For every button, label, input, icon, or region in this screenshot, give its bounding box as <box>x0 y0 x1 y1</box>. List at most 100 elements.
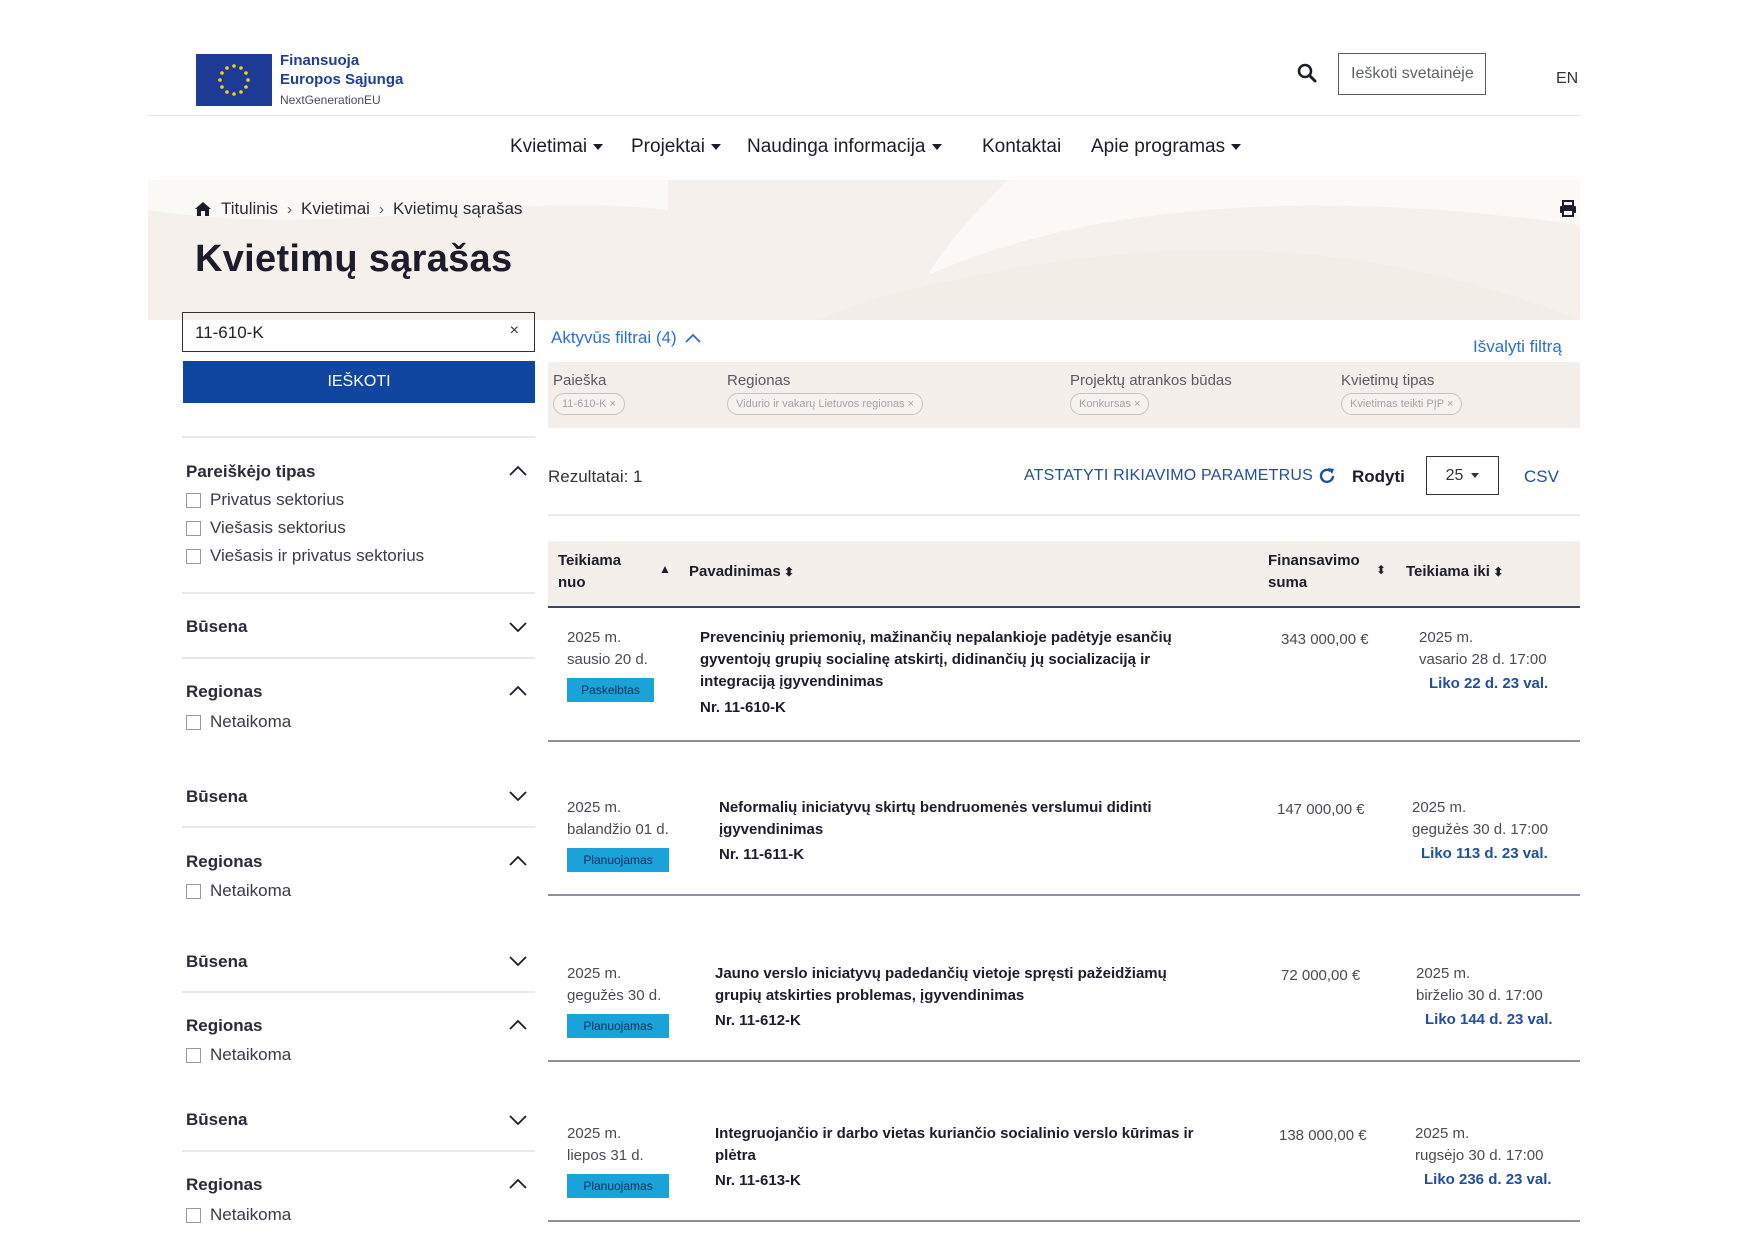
col-header-from-line2: nuo <box>558 574 586 591</box>
caret-down-icon <box>931 144 942 150</box>
row-amount: 147 000,00 € <box>1277 801 1365 818</box>
facet-title-applicant-type[interactable]: Pareiškėjo tipas <box>186 462 315 482</box>
facet-title-region[interactable]: Regionas <box>186 1016 263 1036</box>
chevron-up-icon[interactable] <box>509 853 527 871</box>
print-icon[interactable] <box>1559 200 1577 222</box>
row-amount: 72 000,00 € <box>1281 967 1361 984</box>
breadcrumb-kvietimai[interactable]: Kvietimai <box>301 199 370 219</box>
date-day: rugsėjo 30 d. 17:00 <box>1415 1147 1544 1164</box>
date-day: gegužės 30 d. 17:00 <box>1412 821 1548 838</box>
checkbox-option[interactable]: Netaikoma <box>186 1205 291 1225</box>
csv-export-link[interactable]: CSV <box>1524 467 1559 487</box>
filter-chip-region[interactable]: Vidurio ir vakarų Lietuvos regionas × <box>727 393 924 415</box>
facet-title-status[interactable]: Būsena <box>186 952 247 972</box>
chevron-down-icon[interactable] <box>509 1113 527 1131</box>
date-year: 2025 m. <box>567 965 622 982</box>
checkbox[interactable] <box>186 520 201 536</box>
language-switch[interactable]: EN <box>1556 70 1578 88</box>
date-year: 2025 m. <box>567 1125 622 1142</box>
title-line: gyventojų grupių socialinę atskirtį, did… <box>700 651 1151 668</box>
row-number: Nr. 11-611-K <box>719 846 805 863</box>
chevron-down-icon[interactable] <box>509 789 527 807</box>
checkbox-label: Netaikoma <box>210 1045 292 1064</box>
nav-apie-programas[interactable]: Apie programas <box>1091 136 1242 158</box>
query-field[interactable]: × <box>182 312 535 352</box>
facet-title-region[interactable]: Regionas <box>186 682 263 702</box>
row-title-link[interactable]: Jauno verslo iniciatyvų padedančių vieto… <box>715 963 1167 1007</box>
row-amount: 138 000,00 € <box>1279 1127 1367 1144</box>
title-line: Neformalių iniciatyvų skirtų bendruomenė… <box>719 799 1152 816</box>
search-button[interactable]: IEŠKOTI <box>183 361 535 403</box>
sort-icon: ⬍ <box>1489 565 1504 579</box>
home-icon[interactable] <box>194 201 212 217</box>
row-divider <box>548 894 1580 896</box>
search-icon[interactable] <box>1297 63 1317 88</box>
row-from-date: 2025 m. balandžio 01 d. <box>567 797 669 841</box>
checkbox[interactable] <box>186 492 201 508</box>
chevron-up-icon[interactable] <box>509 463 527 481</box>
sidebar-divider <box>182 991 535 993</box>
checkbox-option[interactable]: Netaikoma <box>186 712 291 732</box>
sidebar-divider <box>182 436 535 438</box>
page-size-label: Rodyti <box>1352 467 1405 486</box>
checkbox-option[interactable]: Netaikoma <box>186 881 291 901</box>
filter-chip-search[interactable]: 11-610-K × <box>553 393 625 415</box>
row-title-link[interactable]: Prevencinių priemonių, mažinančių nepala… <box>700 627 1172 693</box>
query-input[interactable] <box>195 323 485 343</box>
reset-sort-button[interactable]: ATSTATYTI RIKIAVIMO PARAMETRUS <box>1024 467 1336 485</box>
col-header-name[interactable]: Pavadinimas ⬍ <box>689 561 794 583</box>
checkbox-label: Netaikoma <box>210 1205 292 1224</box>
row-from-date: 2025 m. liepos 31 d. <box>567 1123 644 1167</box>
site-search-input[interactable] <box>1338 53 1486 95</box>
checkbox-option[interactable]: Viešasis sektorius <box>186 518 346 538</box>
date-year: 2025 m. <box>1415 1125 1470 1142</box>
date-day: sausio 20 d. <box>567 651 648 668</box>
nav-projektai[interactable]: Projektai <box>631 136 721 158</box>
checkbox-option[interactable]: Netaikoma <box>186 1045 291 1065</box>
facet-title-status[interactable]: Būsena <box>186 787 247 807</box>
col-header-until[interactable]: Teikiama iki ⬍ <box>1406 561 1503 583</box>
breadcrumb-home[interactable]: Titulinis <box>221 199 278 219</box>
nav-kontaktai[interactable]: Kontaktai <box>982 136 1061 158</box>
row-title-link[interactable]: Neformalių iniciatyvų skirtų bendruomenė… <box>719 797 1152 841</box>
sidebar-divider <box>182 592 535 594</box>
checkbox-label: Viešasis ir privatus sektorius <box>210 546 425 565</box>
clear-icon[interactable]: × <box>510 322 519 340</box>
chevron-up-icon[interactable] <box>509 683 527 701</box>
checkbox[interactable] <box>186 1047 201 1063</box>
facet-title-status[interactable]: Būsena <box>186 617 247 637</box>
results-count: Rezultatai: 1 <box>548 467 643 486</box>
sort-asc-icon[interactable]: ▲ <box>659 562 671 576</box>
facet-title-region[interactable]: Regionas <box>186 1175 263 1195</box>
chevron-up-icon[interactable] <box>509 1017 527 1035</box>
eu-flag-logo[interactable] <box>196 54 272 106</box>
col-header-amount[interactable]: Finansavimo suma <box>1268 550 1360 594</box>
checkbox[interactable] <box>186 1207 201 1223</box>
active-filters-toggle[interactable]: Aktyvūs filtrai (4) <box>551 328 701 348</box>
refresh-icon <box>1319 468 1335 484</box>
filter-chip-selection-method[interactable]: Konkursas × <box>1070 393 1150 415</box>
checkbox[interactable] <box>186 883 201 899</box>
facet-title-region[interactable]: Regionas <box>186 852 263 872</box>
remaining-time: Liko 236 d. 23 val. <box>1424 1171 1552 1188</box>
caret-down-icon <box>1471 473 1480 478</box>
chevron-up-icon[interactable] <box>509 1176 527 1194</box>
nav-kvietimai[interactable]: Kvietimai <box>510 136 604 158</box>
sort-icon[interactable]: ⬍ <box>1376 563 1386 577</box>
remaining-time: Liko 144 d. 23 val. <box>1425 1011 1553 1028</box>
col-header-from[interactable]: Teikiama nuo <box>558 550 621 594</box>
filter-chip-call-type[interactable]: Kvietimas teikti PĮP × <box>1341 393 1463 415</box>
nav-naudinga-informacija[interactable]: Naudinga informacija <box>747 136 942 158</box>
chevron-down-icon[interactable] <box>509 620 527 638</box>
clear-filters-link[interactable]: Išvalyti filtrą <box>1473 337 1562 357</box>
filter-label-region: Regionas <box>727 372 791 389</box>
chevron-down-icon[interactable] <box>509 954 527 972</box>
filter-label-selection-method: Projektų atrankos būdas <box>1070 372 1232 389</box>
checkbox-option[interactable]: Viešasis ir privatus sektorius <box>186 546 424 566</box>
checkbox[interactable] <box>186 548 201 564</box>
facet-title-status[interactable]: Būsena <box>186 1110 247 1130</box>
page-size-select[interactable]: 25 <box>1426 456 1499 495</box>
checkbox-option[interactable]: Privatus sektorius <box>186 490 344 510</box>
checkbox[interactable] <box>186 714 201 730</box>
row-title-link[interactable]: Integruojančio ir darbo vietas kuriančio… <box>715 1123 1193 1167</box>
